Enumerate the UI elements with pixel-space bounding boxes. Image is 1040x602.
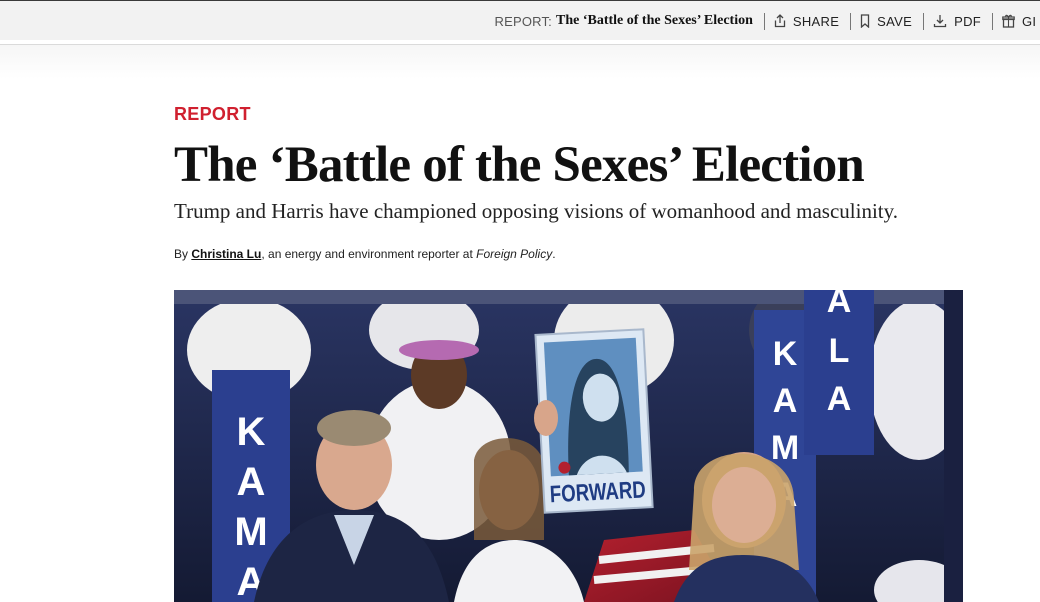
gift-article-button[interactable]: GI [1002,14,1040,29]
article-headline: The ‘Battle of the Sexes’ Election [174,137,865,193]
sign-letter: A [237,460,266,504]
sign-letter: A [773,382,798,420]
sign-letter: A [827,290,852,320]
byline-publication: Foreign Policy [476,247,553,261]
byline-prefix: By [174,247,192,261]
toolbar-divider [992,12,993,30]
sign-letter: M [234,510,267,554]
convention-crowd-photo: K A M A FORWARD K A M A L A [174,290,963,602]
pdf-download-button[interactable]: PDF [933,14,981,29]
toolbar-actions: REPORT: The ‘Battle of the Sexes’ Electi… [494,1,1040,41]
byline-suffix: . [552,247,556,261]
toolbar-divider [763,12,765,30]
sign-letter: M [771,429,799,467]
bookmark-icon [861,14,870,28]
toolbar-divider [923,12,925,30]
gift-icon [1002,14,1015,28]
article-byline: By Christina Lu, an energy and environme… [174,247,974,261]
article-header: REPORT The ‘Battle of the Sexes’ Electio… [174,104,974,261]
save-button[interactable]: SAVE [860,14,912,29]
toolbar-article-title[interactable]: The ‘Battle of the Sexes’ Election [556,13,753,29]
pdf-label: PDF [954,13,981,29]
share-icon [774,14,786,28]
toolbar-shadow [0,45,1040,79]
download-icon [933,15,947,28]
sign-letter: K [773,335,798,373]
sign-letter: A [827,380,852,418]
top-toolbar: REPORT: The ‘Battle of the Sexes’ Electi… [0,0,1040,40]
byline-middle: , an energy and environment reporter at [261,247,477,261]
toolbar-kicker: REPORT: [494,13,552,29]
poster-caption: FORWARD [549,476,646,508]
sign-letter: K [237,410,266,454]
author-link[interactable]: Christina Lu [191,247,261,261]
article-kicker[interactable]: REPORT [174,104,974,125]
share-button[interactable]: SHARE [774,14,839,29]
sign-letter: L [829,332,850,370]
article-dek: Trump and Harris have championed opposin… [174,199,899,223]
save-label: SAVE [877,13,913,29]
hero-image: K A M A FORWARD K A M A L A [174,290,963,602]
gift-label: GI [1022,13,1037,29]
toolbar-divider [850,12,852,30]
share-label: SHARE [792,13,840,29]
